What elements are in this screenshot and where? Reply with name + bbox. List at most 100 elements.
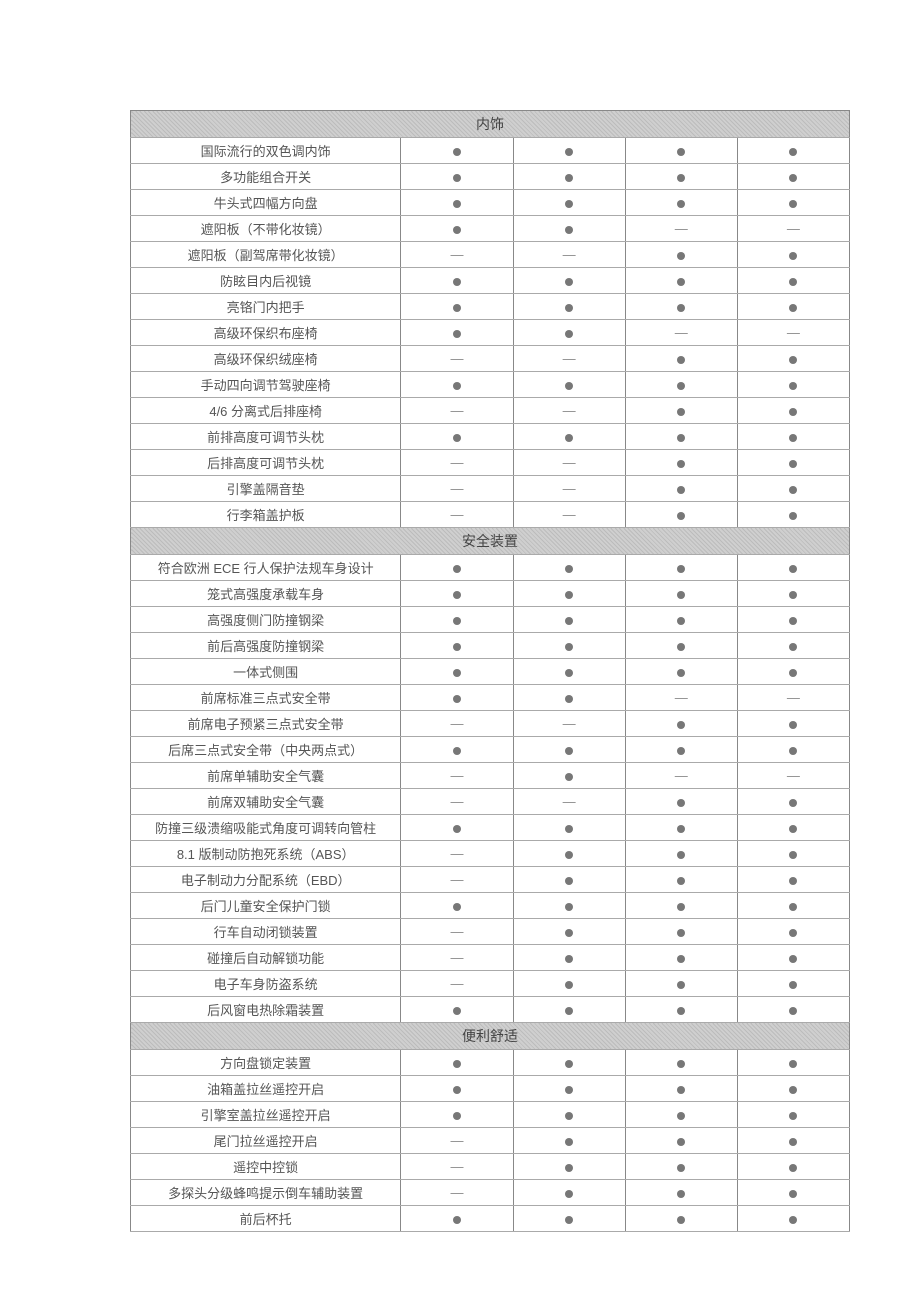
filled-dot-icon xyxy=(565,1138,573,1146)
dash-icon: — xyxy=(675,768,688,783)
feature-value xyxy=(625,815,737,841)
filled-dot-icon xyxy=(789,434,797,442)
filled-dot-icon xyxy=(789,1112,797,1120)
feature-label: 尾门拉丝遥控开启 xyxy=(131,1128,401,1154)
filled-dot-icon xyxy=(565,226,573,234)
dash-icon: — xyxy=(563,403,576,418)
filled-dot-icon xyxy=(789,304,797,312)
filled-dot-icon xyxy=(677,955,685,963)
filled-dot-icon xyxy=(789,408,797,416)
feature-value xyxy=(401,997,513,1023)
feature-value xyxy=(625,1206,737,1232)
feature-label: 牛头式四幅方向盘 xyxy=(131,190,401,216)
section-header: 便利舒适 xyxy=(131,1023,850,1050)
section-header: 内饰 xyxy=(131,111,850,138)
section-title: 便利舒适 xyxy=(131,1023,850,1050)
feature-value xyxy=(625,555,737,581)
feature-value xyxy=(513,659,625,685)
filled-dot-icon xyxy=(565,278,573,286)
feature-label: 多探头分级蜂鸣提示倒车辅助装置 xyxy=(131,1180,401,1206)
filled-dot-icon xyxy=(565,617,573,625)
feature-value: — xyxy=(401,711,513,737)
feature-value xyxy=(737,190,849,216)
feature-value: — xyxy=(401,1128,513,1154)
feature-value xyxy=(513,372,625,398)
filled-dot-icon xyxy=(677,408,685,416)
feature-value xyxy=(513,555,625,581)
feature-value xyxy=(625,1102,737,1128)
table-row: 4/6 分离式后排座椅—— xyxy=(131,398,850,424)
feature-value xyxy=(625,945,737,971)
feature-value xyxy=(513,1128,625,1154)
dash-icon: — xyxy=(787,768,800,783)
table-row: 方向盘锁定装置 xyxy=(131,1050,850,1076)
filled-dot-icon xyxy=(789,591,797,599)
dash-icon: — xyxy=(450,481,463,496)
table-row: 电子制动力分配系统（EBD）— xyxy=(131,867,850,893)
feature-label: 后门儿童安全保护门锁 xyxy=(131,893,401,919)
filled-dot-icon xyxy=(789,825,797,833)
filled-dot-icon xyxy=(565,929,573,937)
feature-label: 高级环保织布座椅 xyxy=(131,320,401,346)
feature-value xyxy=(737,164,849,190)
feature-value xyxy=(737,997,849,1023)
table-row: 后门儿童安全保护门锁 xyxy=(131,893,850,919)
feature-label: 引擎室盖拉丝遥控开启 xyxy=(131,1102,401,1128)
section-title: 内饰 xyxy=(131,111,850,138)
feature-value xyxy=(401,737,513,763)
feature-value xyxy=(737,1206,849,1232)
table-row: 前席标准三点式安全带—— xyxy=(131,685,850,711)
filled-dot-icon xyxy=(789,643,797,651)
feature-value: — xyxy=(513,711,625,737)
feature-label: 电子车身防盗系统 xyxy=(131,971,401,997)
table-row: 一体式侧围 xyxy=(131,659,850,685)
filled-dot-icon xyxy=(789,174,797,182)
filled-dot-icon xyxy=(453,174,461,182)
feature-value xyxy=(513,294,625,320)
dash-icon: — xyxy=(450,794,463,809)
filled-dot-icon xyxy=(453,1060,461,1068)
feature-value xyxy=(513,424,625,450)
feature-value xyxy=(737,346,849,372)
feature-value xyxy=(625,372,737,398)
feature-value xyxy=(401,685,513,711)
feature-value xyxy=(513,1180,625,1206)
feature-label: 手动四向调节驾驶座椅 xyxy=(131,372,401,398)
table-row: 引擎盖隔音垫—— xyxy=(131,476,850,502)
table-row: 行车自动闭锁装置— xyxy=(131,919,850,945)
feature-value xyxy=(625,424,737,450)
feature-value xyxy=(737,1154,849,1180)
filled-dot-icon xyxy=(453,434,461,442)
feature-value xyxy=(401,633,513,659)
filled-dot-icon xyxy=(565,148,573,156)
feature-value xyxy=(401,659,513,685)
table-row: 后席三点式安全带（中央两点式） xyxy=(131,737,850,763)
dash-icon: — xyxy=(450,1185,463,1200)
table-row: 遮阳板（不带化妆镜）—— xyxy=(131,216,850,242)
filled-dot-icon xyxy=(677,148,685,156)
table-row: 尾门拉丝遥控开启— xyxy=(131,1128,850,1154)
dash-icon: — xyxy=(450,507,463,522)
filled-dot-icon xyxy=(565,877,573,885)
feature-value xyxy=(513,893,625,919)
feature-value xyxy=(625,476,737,502)
section-title: 安全装置 xyxy=(131,528,850,555)
table-row: 电子车身防盗系统— xyxy=(131,971,850,997)
feature-value: — xyxy=(401,841,513,867)
feature-value xyxy=(513,737,625,763)
feature-value xyxy=(401,607,513,633)
filled-dot-icon xyxy=(453,304,461,312)
feature-value xyxy=(737,659,849,685)
filled-dot-icon xyxy=(565,695,573,703)
filled-dot-icon xyxy=(677,174,685,182)
feature-value xyxy=(513,685,625,711)
feature-value xyxy=(625,997,737,1023)
feature-value xyxy=(625,190,737,216)
feature-value xyxy=(737,372,849,398)
dash-icon: — xyxy=(450,716,463,731)
feature-label: 后席三点式安全带（中央两点式） xyxy=(131,737,401,763)
filled-dot-icon xyxy=(565,591,573,599)
feature-value xyxy=(401,1076,513,1102)
feature-value xyxy=(513,971,625,997)
filled-dot-icon xyxy=(789,252,797,260)
